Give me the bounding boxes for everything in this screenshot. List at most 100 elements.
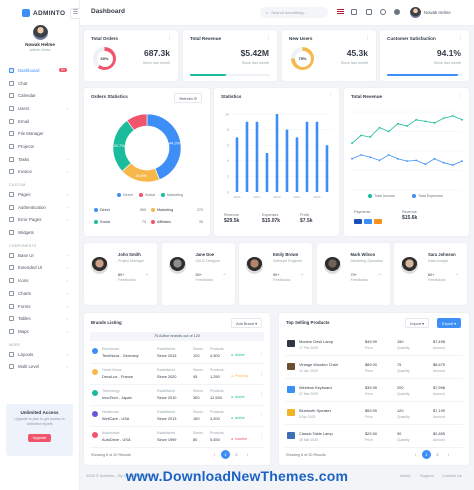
user-avatar[interactable] bbox=[410, 7, 421, 18]
avatar[interactable] bbox=[32, 25, 48, 40]
page-button-2[interactable]: 2 bbox=[433, 450, 442, 459]
row-menu-icon[interactable]: ⋮ bbox=[259, 371, 264, 377]
series-point[interactable] bbox=[387, 130, 390, 133]
sidebar-item-icons[interactable]: Icons › bbox=[0, 274, 80, 287]
series-point[interactable] bbox=[378, 126, 381, 129]
more-options-icon[interactable]: ⋮ bbox=[167, 35, 172, 41]
bar-2019[interactable] bbox=[275, 114, 279, 192]
table-row[interactable]: Electronics TechNova - Germany Established… bbox=[90, 344, 264, 364]
bar-2021[interactable] bbox=[295, 137, 299, 192]
sidebar-item-file-manager[interactable]: File Manager bbox=[0, 127, 80, 140]
prev-page-button[interactable]: ‹ bbox=[210, 450, 219, 459]
sidebar-item-maps[interactable]: Maps › bbox=[0, 325, 80, 338]
more-options-icon[interactable]: ⋮ bbox=[266, 35, 271, 41]
sidebar-item-users[interactable]: Users › bbox=[0, 102, 80, 115]
series-point[interactable] bbox=[415, 159, 418, 162]
sidebar-item-email[interactable]: Email bbox=[0, 115, 80, 128]
sidebar-item-calendar[interactable]: Calendar bbox=[0, 89, 80, 102]
table-row[interactable]: Bluetooth Speaker 5 Apr 2025 $59.99 Price 12… bbox=[285, 403, 463, 425]
more-options-icon[interactable]: ⋮ bbox=[458, 35, 463, 41]
table-row[interactable]: Vintage Wooden Chair 10 Jan 2025 $89.00 Pri… bbox=[285, 357, 463, 379]
series-point[interactable] bbox=[360, 154, 363, 156]
refresh-button[interactable]: Refresh ⟳ bbox=[174, 93, 202, 103]
sidebar-item-error-pages[interactable]: Error Pages › bbox=[0, 214, 80, 227]
bar-2023[interactable] bbox=[315, 121, 319, 192]
theme-moon-icon[interactable] bbox=[394, 9, 400, 15]
series-point[interactable] bbox=[451, 115, 454, 117]
add-brand-button[interactable]: Add Brand ▾ bbox=[231, 318, 262, 328]
bar-2022[interactable] bbox=[305, 121, 309, 192]
table-row[interactable]: Technology InnoTech - Japan Established Sin… bbox=[90, 386, 264, 406]
series-point[interactable] bbox=[433, 157, 436, 160]
sidebar-item-dashboard[interactable]: Dashboard 9+ bbox=[0, 64, 80, 77]
row-menu-icon[interactable]: ⋮ bbox=[259, 434, 264, 440]
brand-logo[interactable]: ADMINTO bbox=[22, 9, 65, 17]
table-row[interactable]: Automotive AutoDrive - USA Established Sinc… bbox=[90, 428, 264, 448]
arrow-right-icon[interactable]: → bbox=[377, 271, 382, 277]
page-button-2[interactable]: 2 bbox=[232, 450, 241, 459]
arrow-right-icon[interactable]: → bbox=[299, 271, 304, 277]
sidebar-item-layouts[interactable]: Layouts › bbox=[0, 348, 80, 361]
series-point[interactable] bbox=[396, 157, 399, 160]
upgrade-button[interactable]: Upgrade bbox=[27, 434, 52, 443]
series-point[interactable] bbox=[424, 120, 427, 123]
topbar-username[interactable]: Nowak Helme bbox=[424, 10, 451, 15]
language-flag-icon[interactable] bbox=[337, 9, 344, 14]
more-options-icon[interactable]: ⋮ bbox=[458, 93, 463, 99]
bar-2016[interactable] bbox=[245, 121, 249, 192]
row-menu-icon[interactable]: ⋮ bbox=[259, 413, 264, 419]
series-point[interactable] bbox=[461, 118, 463, 121]
sidebar-item-multi-level[interactable]: Multi Level › bbox=[0, 360, 80, 373]
bar-2024[interactable] bbox=[325, 145, 329, 192]
settings-icon[interactable] bbox=[366, 9, 372, 15]
page-button-1[interactable]: 1 bbox=[221, 450, 230, 459]
next-page-button[interactable]: › bbox=[444, 450, 453, 459]
arrow-right-icon[interactable]: → bbox=[144, 271, 149, 277]
sidebar-item-tables[interactable]: Tables › bbox=[0, 312, 80, 325]
sidebar-item-base-ui[interactable]: Base UI › bbox=[0, 249, 80, 262]
series-point[interactable] bbox=[351, 142, 353, 145]
more-options-icon[interactable]: ⋮ bbox=[328, 93, 333, 99]
series-point[interactable] bbox=[396, 122, 399, 125]
search-input[interactable]: ⌕ Search something... bbox=[260, 7, 328, 18]
series-point[interactable] bbox=[433, 122, 436, 124]
sidebar-item-extended-ui[interactable]: Extended UI › bbox=[0, 262, 80, 275]
table-row[interactable]: Wireless Keyboard 22 Mar 2025 $39.99 Price 2… bbox=[285, 380, 463, 402]
bar-2020[interactable] bbox=[285, 129, 289, 192]
sidebar-item-invoice[interactable]: Invoice › bbox=[0, 166, 80, 179]
bar-2015[interactable] bbox=[235, 137, 239, 192]
export-button[interactable]: Export ▾ bbox=[437, 318, 461, 328]
more-options-icon[interactable]: ⋮ bbox=[365, 35, 370, 41]
series-point[interactable] bbox=[424, 163, 427, 166]
table-row[interactable]: Classic Table Lamp 28 Mar 2025 $29.50 Price… bbox=[285, 426, 463, 448]
table-row[interactable]: Healthcare WellCare - USA Established Since… bbox=[90, 407, 264, 427]
bar-2018[interactable] bbox=[265, 153, 269, 192]
next-page-button[interactable]: › bbox=[243, 450, 252, 459]
notification-bell-icon[interactable] bbox=[380, 9, 386, 15]
arrow-right-icon[interactable]: → bbox=[222, 271, 227, 277]
series-point[interactable] bbox=[451, 164, 454, 166]
row-menu-icon[interactable]: ⋮ bbox=[259, 392, 264, 398]
sidebar-item-widgets[interactable]: Widgets bbox=[0, 226, 80, 239]
import-button[interactable]: Import ▾ bbox=[405, 318, 429, 328]
bar-2017[interactable] bbox=[255, 121, 259, 192]
series-point[interactable] bbox=[406, 125, 408, 127]
sidebar-item-authentication[interactable]: Authentication › bbox=[0, 201, 80, 214]
sidebar-item-projects[interactable]: Projects bbox=[0, 140, 80, 153]
table-row[interactable]: Home Decor DecoLux - France Established Sin… bbox=[90, 365, 264, 385]
grid-apps-icon[interactable] bbox=[351, 9, 357, 15]
series-point[interactable] bbox=[378, 159, 381, 162]
series-point[interactable] bbox=[369, 156, 372, 159]
row-menu-icon[interactable]: ⋮ bbox=[259, 350, 264, 356]
series-point[interactable] bbox=[387, 154, 390, 156]
series-point[interactable] bbox=[415, 118, 418, 121]
sidebar-item-forms[interactable]: Forms › bbox=[0, 300, 80, 313]
series-point[interactable] bbox=[442, 161, 445, 164]
sidebar-item-charts[interactable]: Charts › bbox=[0, 287, 80, 300]
series-point[interactable] bbox=[351, 157, 353, 160]
series-point[interactable] bbox=[442, 117, 445, 120]
sidebar-item-tasks[interactable]: Tasks › bbox=[0, 153, 80, 166]
sidebar-item-pages[interactable]: Pages › bbox=[0, 188, 80, 201]
table-row[interactable]: Modern Desk Lamp 17 Feb 2025 $49.99 Price 15… bbox=[285, 334, 463, 356]
page-button-1[interactable]: 1 bbox=[422, 450, 431, 459]
